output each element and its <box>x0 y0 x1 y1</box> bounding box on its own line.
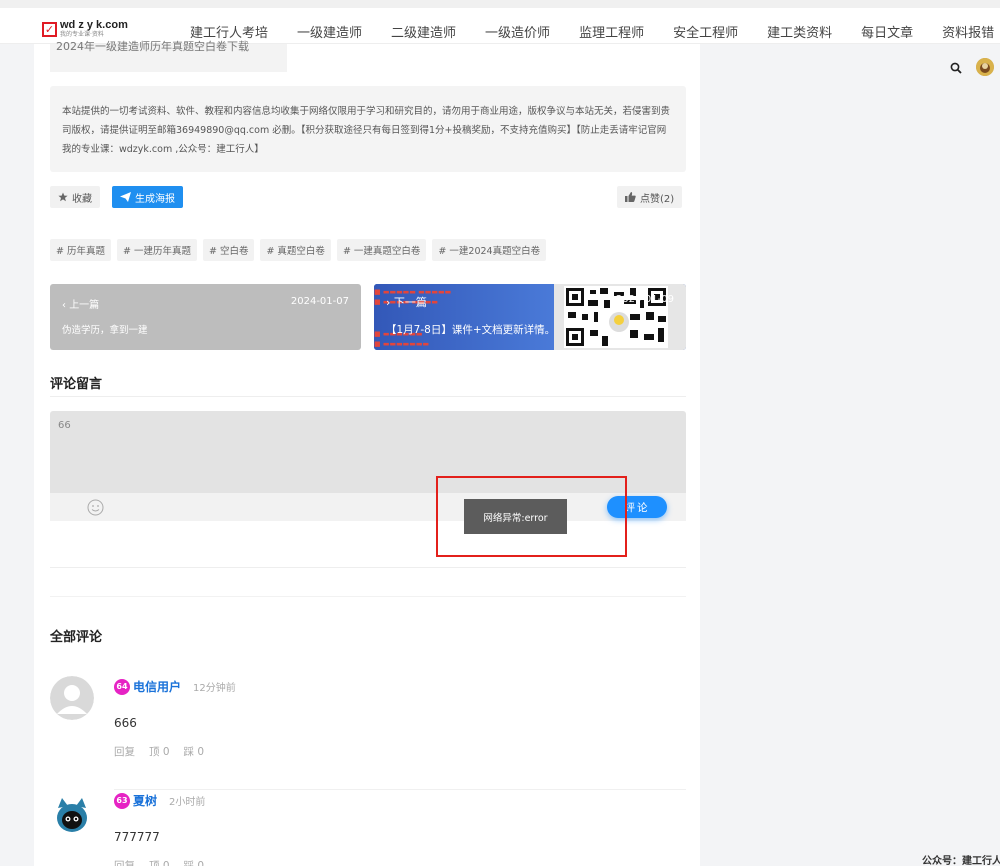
prev-post-date: 2024-01-07 <box>290 296 349 307</box>
banner-decoration: ■ ▬▬▬▬▬▬▬ <box>374 340 430 348</box>
level-badge: 64 <box>114 678 130 695</box>
logo-text: wd z y k.com 我的专业课·资料 <box>60 20 128 39</box>
article-title-text: 2024年一级建造师历年真题空白卷下载 <box>56 40 249 53</box>
downvote-button[interactable]: 踩 0 <box>184 858 205 866</box>
logo-main: wd z y k.com <box>60 19 128 31</box>
divider <box>114 789 686 790</box>
emoji-icon[interactable] <box>87 499 104 516</box>
comment-time: 12分钟前 <box>193 683 236 694</box>
upvote-button[interactable]: 顶 0 <box>149 744 170 759</box>
level-badge: 63 <box>114 792 130 809</box>
nav-item-yizao[interactable]: 一级造价师 <box>485 22 550 41</box>
site-logo[interactable]: ✓ wd z y k.com 我的专业课·资料 <box>42 20 128 39</box>
top-strip <box>0 0 1000 8</box>
tag-item[interactable]: # 一建历年真题 <box>116 239 197 261</box>
nav-item-erjian[interactable]: 二级建造师 <box>391 22 456 41</box>
comment-avatar[interactable] <box>50 676 94 720</box>
main-nav: 建工行人考培 一级建造师 二级建造师 一级造价师 监理工程师 安全工程师 建工类… <box>190 22 1000 41</box>
tag-item[interactable]: # 一建2024真题空白卷 <box>432 239 547 261</box>
tag-item[interactable]: # 真题空白卷 <box>260 239 331 261</box>
comment-time: 2小时前 <box>169 797 206 808</box>
nav-item-baocuo[interactable]: 资料报错 <box>942 22 994 41</box>
favorite-label: 收藏 <box>72 193 92 205</box>
comment-form-heading: 评论留言 <box>50 377 103 392</box>
cat-avatar-icon <box>50 794 94 838</box>
tag-item[interactable]: # 一建真题空白卷 <box>336 239 427 261</box>
favorite-button[interactable]: 收藏 <box>50 186 100 208</box>
comment-author[interactable]: 电信用户 <box>133 678 181 695</box>
next-post-title: 【1月7-8日】课件+文档更新详情。 <box>386 324 556 336</box>
comment-author[interactable]: 夏树 <box>133 792 157 809</box>
like-button[interactable]: 点赞(2) <box>617 186 683 208</box>
right-sidebar: 公众号：建工行人 <box>700 44 1000 866</box>
check-icon: ✓ <box>42 22 57 37</box>
article-title-fragment: 2024年一级建造师历年真题空白卷下载 <box>50 40 287 72</box>
tag-list: # 历年真题 # 一建历年真题 # 空白卷 # 真题空白卷 # 一建真题空白卷 … <box>50 239 552 261</box>
thumbs-up-icon <box>625 192 636 202</box>
downvote-button[interactable]: 踩 0 <box>184 744 205 759</box>
prev-post-card[interactable]: ‹ 上一篇 2024-01-07 伪造学历，拿到一建 <box>50 284 361 350</box>
comment-body: 777777 <box>114 830 160 844</box>
reply-button[interactable]: 回复 <box>114 744 135 759</box>
next-post-card[interactable]: ■ ▬▬▬▬▬ ▬▬▬▬▬ ■ ▬▬▬▬ ▬▬▬▬ ■ ▬▬▬▬▬▬ ■ ▬▬▬… <box>374 284 686 350</box>
prev-post-label: ‹ 上一篇 <box>62 300 100 311</box>
divider <box>50 396 686 397</box>
divider <box>50 567 686 568</box>
main-content: 2024年一级建造师历年真题空白卷下载 本站提供的一切考试资料、软件、教程和内容… <box>34 40 700 866</box>
generate-poster-button[interactable]: 生成海报 <box>112 186 183 208</box>
comment-header: 63 夏树 2小时前 <box>114 792 205 809</box>
next-post-label: › 下一篇 <box>386 296 427 309</box>
next-post-date: 2024-01-09 <box>615 294 674 305</box>
user-avatar[interactable] <box>976 58 994 76</box>
tag-item[interactable]: # 历年真题 <box>50 239 111 261</box>
tag-item[interactable]: # 空白卷 <box>202 239 255 261</box>
poster-label: 生成海报 <box>135 193 175 205</box>
nav-item-ziliao[interactable]: 建工类资料 <box>767 22 832 41</box>
comment-input-value: 66 <box>58 420 71 431</box>
comment-header: 64 电信用户 12分钟前 <box>114 678 236 695</box>
all-comments-heading: 全部评论 <box>50 630 103 645</box>
comment-actions: 回复 顶 0 踩 0 <box>114 744 218 759</box>
upvote-button[interactable]: 顶 0 <box>149 858 170 866</box>
comment-avatar[interactable] <box>50 794 94 838</box>
nav-item-anquan[interactable]: 安全工程师 <box>673 22 738 41</box>
divider <box>50 596 686 597</box>
comment-body: 666 <box>114 716 137 730</box>
footer-wechat-text: 公众号：建工行人 <box>922 856 1000 866</box>
prev-post-title: 伪造学历，拿到一建 <box>62 325 148 336</box>
comment-actions: 回复 顶 0 踩 0 <box>114 858 218 866</box>
reply-button[interactable]: 回复 <box>114 858 135 866</box>
copyright-notice: 本站提供的一切考试资料、软件、教程和内容信息均收集于网络仅限用于学习和研究目的，… <box>50 86 686 172</box>
star-icon <box>58 192 68 202</box>
avatar-image-icon <box>976 58 994 76</box>
default-avatar-icon <box>50 676 94 720</box>
paper-plane-icon <box>120 192 131 202</box>
nav-item-yijian[interactable]: 一级建造师 <box>297 22 362 41</box>
like-label: 点赞(2) <box>640 193 675 205</box>
nav-item-wenzhang[interactable]: 每日文章 <box>861 22 913 41</box>
highlight-box <box>436 476 627 557</box>
nav-item-jianli[interactable]: 监理工程师 <box>579 22 644 41</box>
search-icon[interactable] <box>950 62 962 74</box>
